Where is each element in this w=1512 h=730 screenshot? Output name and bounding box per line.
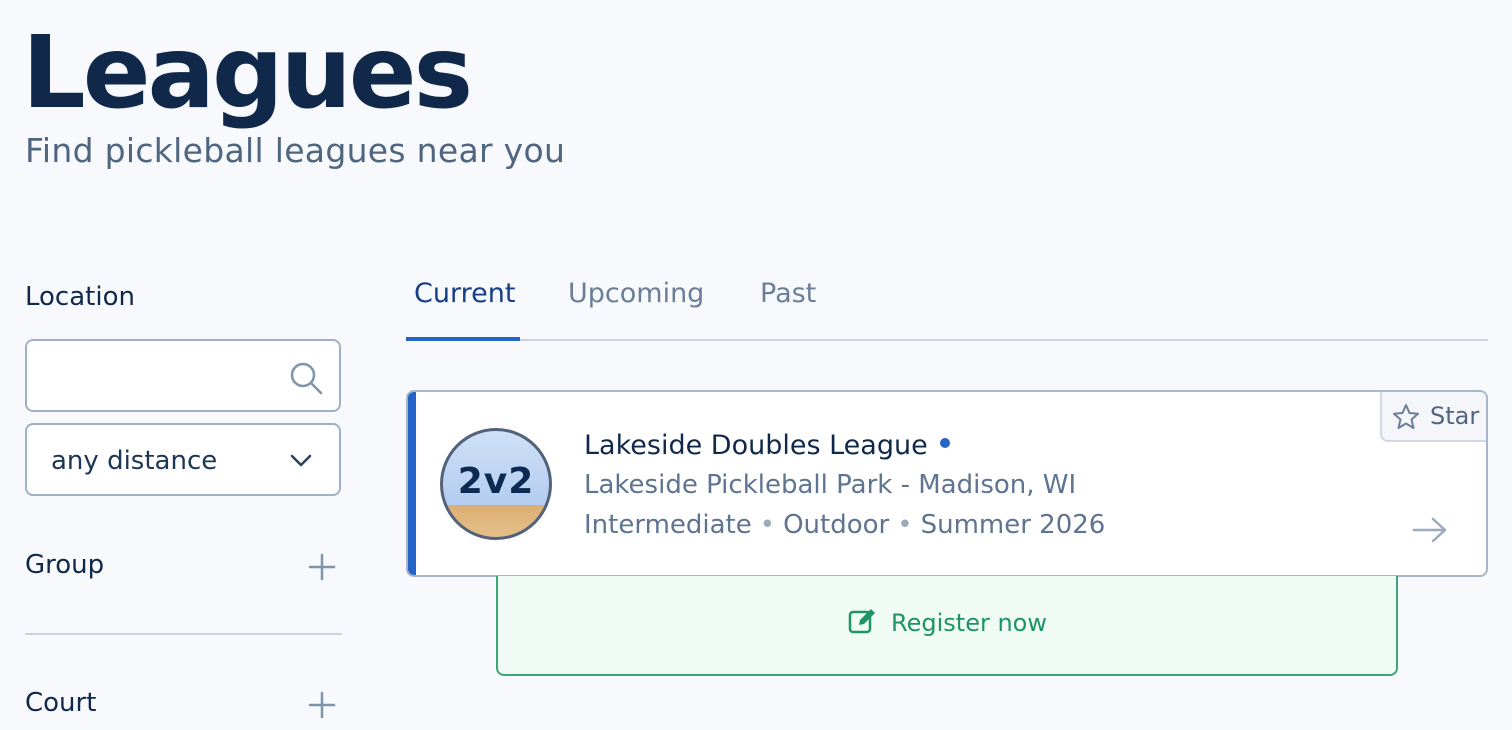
- page-subtitle: Find pickleball leagues near you: [25, 131, 566, 170]
- arrow-right-icon[interactable]: [1412, 516, 1448, 544]
- status-dot-icon: [939, 437, 950, 448]
- league-meta: Intermediate • Outdoor • Summer 2026: [584, 510, 1105, 540]
- register-content: Register now: [498, 609, 1396, 639]
- league-logo: 2v2: [440, 428, 552, 540]
- tab-upcoming[interactable]: Upcoming: [568, 278, 704, 309]
- court-filter-label[interactable]: Court: [25, 688, 96, 718]
- meta-separator: •: [759, 510, 776, 540]
- league-location: Lakeside Pickleball Park - Madison, WI: [584, 470, 1077, 500]
- edit-icon: [848, 609, 876, 634]
- page-title: Leagues: [22, 14, 473, 131]
- league-card[interactable]: 2v2 Lakeside Doubles League Lakeside Pic…: [406, 390, 1488, 577]
- star-button[interactable]: Star: [1380, 392, 1486, 442]
- register-now-button[interactable]: Register now: [496, 576, 1398, 676]
- search-icon[interactable]: [288, 360, 324, 396]
- league-name-text: Lakeside Doubles League: [584, 430, 928, 461]
- card-accent-bar: [408, 392, 416, 575]
- league-setting: Outdoor: [783, 510, 890, 540]
- court-expand-plus-icon[interactable]: [308, 691, 336, 719]
- league-logo-text: 2v2: [457, 461, 535, 502]
- group-expand-plus-icon[interactable]: [308, 553, 336, 581]
- register-label: Register now: [891, 609, 1047, 637]
- meta-separator: •: [897, 510, 913, 540]
- location-label: Location: [25, 282, 135, 312]
- league-name[interactable]: Lakeside Doubles League: [584, 430, 950, 461]
- filter-divider: [25, 633, 342, 635]
- leagues-page: Leagues Find pickleball leagues near you…: [0, 0, 1512, 730]
- star-button-label: Star: [1430, 402, 1480, 430]
- active-tab-indicator: [406, 337, 520, 341]
- distance-select[interactable]: any distance: [25, 423, 341, 496]
- location-search-box[interactable]: [25, 339, 341, 412]
- chevron-down-icon: [290, 454, 312, 467]
- group-filter-label[interactable]: Group: [25, 550, 104, 580]
- tab-past[interactable]: Past: [760, 278, 816, 309]
- tab-current[interactable]: Current: [414, 278, 515, 309]
- league-level: Intermediate: [584, 510, 752, 540]
- star-icon: [1393, 404, 1419, 429]
- league-season: Summer 2026: [920, 510, 1106, 540]
- location-search-input[interactable]: [41, 355, 281, 397]
- tabs-divider: [406, 339, 1488, 341]
- distance-select-value: any distance: [51, 446, 218, 476]
